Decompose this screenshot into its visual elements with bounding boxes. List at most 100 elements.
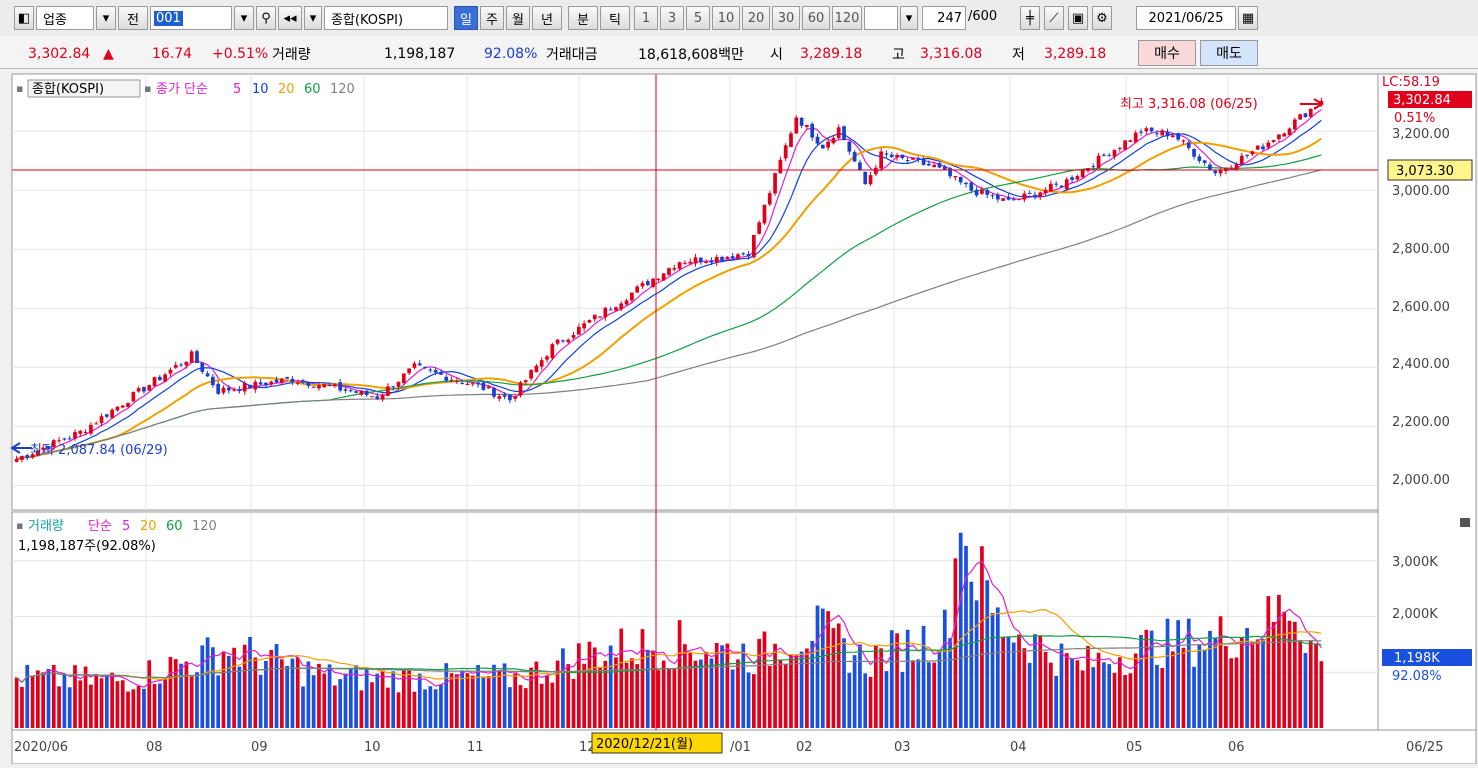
candle-body	[163, 374, 168, 382]
volume-bar	[221, 652, 226, 728]
period-tab-day[interactable]: 일	[454, 6, 478, 30]
volume-panel-menu-icon[interactable]: ▪	[16, 519, 23, 532]
interval-10[interactable]: 10	[712, 6, 740, 30]
candle-body	[152, 377, 157, 387]
volume-bar	[391, 671, 396, 728]
volume-bar	[905, 629, 910, 728]
volume-bar	[778, 660, 783, 728]
volume-bar	[1266, 596, 1271, 728]
volume-bar	[958, 532, 963, 728]
candle-body	[380, 394, 385, 400]
stock-chart[interactable]: ▪ 종합(KOSPI) ▪ 종가 단순 5 10 20 60 120 ▪ 거래량…	[8, 70, 1478, 765]
volume-bar	[497, 670, 502, 728]
volume-bar	[698, 659, 703, 728]
market-type-dropdown-icon[interactable]: ▾	[96, 6, 116, 30]
panel-menu-icon[interactable]: ▪	[16, 82, 23, 95]
candle-settings-icon[interactable]: ╪	[1020, 6, 1040, 30]
period-tab-month[interactable]: 월	[506, 6, 530, 30]
search-icon[interactable]: ⚲	[256, 6, 276, 30]
period-tab-year[interactable]: 년	[532, 6, 562, 30]
candle-body	[253, 381, 258, 390]
x-label-01: /01	[730, 740, 751, 755]
volume-bar	[683, 644, 687, 728]
interval-60[interactable]: 60	[802, 6, 830, 30]
change-percent: +0.51%	[212, 46, 269, 62]
interval-30[interactable]: 30	[772, 6, 800, 30]
volume-bar	[195, 672, 199, 728]
volume-bar	[1186, 618, 1191, 728]
calendar-icon[interactable]: ▦	[1238, 6, 1258, 30]
volume-bar	[423, 689, 427, 728]
volume-bar	[449, 673, 454, 728]
volume-bar	[67, 687, 72, 728]
candle-body	[248, 384, 252, 388]
candle-body	[1091, 166, 1096, 168]
code-dropdown-icon[interactable]: ▾	[234, 6, 254, 30]
volume-bar	[990, 612, 995, 728]
legend-menu-icon[interactable]: ▪	[144, 82, 151, 95]
candle-body	[89, 424, 93, 434]
candle-body	[985, 189, 990, 195]
volume-bar	[465, 673, 470, 728]
interval-dropdown-icon[interactable]: ▾	[900, 6, 918, 30]
candle-body	[417, 363, 422, 366]
code-input[interactable]: 001	[150, 6, 232, 30]
trendline-icon[interactable]: ⟋	[1044, 6, 1064, 30]
sell-button[interactable]: 매도	[1200, 40, 1258, 66]
interval-custom-input[interactable]	[864, 6, 898, 30]
volume-bar	[1059, 643, 1064, 728]
candle-body	[513, 396, 518, 399]
volume-bar	[1096, 652, 1101, 728]
candle-body	[921, 158, 926, 165]
volume-bar	[1054, 675, 1059, 728]
buy-button[interactable]: 매수	[1138, 40, 1196, 66]
candle-body	[407, 368, 411, 374]
candle-body	[794, 117, 799, 134]
interval-120[interactable]: 120	[832, 6, 862, 30]
list-dropdown-icon[interactable]: ▾	[304, 6, 322, 30]
panel-close-icon[interactable]	[1460, 518, 1470, 527]
prev-item-icon[interactable]: ◂◂	[278, 6, 302, 30]
x-label-06: 06	[1228, 740, 1245, 755]
x-label-11: 11	[467, 740, 484, 755]
data-count-input[interactable]: 247	[922, 6, 966, 30]
volume-bar	[1160, 668, 1165, 728]
candle-body	[889, 154, 894, 158]
date-input[interactable]: 2021/06/25	[1136, 6, 1236, 30]
candle-body	[1176, 133, 1181, 140]
volume-bar	[444, 663, 449, 728]
interval-3[interactable]: 3	[660, 6, 684, 30]
ma-label-60: 60	[304, 82, 321, 97]
candle-body	[423, 367, 427, 369]
last-volume-label: 1,198K	[1394, 651, 1440, 666]
prev-button[interactable]: 전	[118, 6, 148, 30]
gear-icon[interactable]: ⚙	[1092, 6, 1112, 30]
save-icon[interactable]: ▣	[1068, 6, 1088, 30]
interval-20[interactable]: 20	[742, 6, 770, 30]
interval-5[interactable]: 5	[686, 6, 710, 30]
volume-bar	[1080, 670, 1085, 728]
market-type-select[interactable]: 업종	[36, 6, 94, 30]
period-tab-week[interactable]: 주	[480, 6, 504, 30]
candle-body	[476, 382, 480, 385]
volume-ratio: 92.08%	[484, 46, 538, 62]
x-label-02: 02	[796, 740, 813, 755]
candle-body	[258, 382, 263, 385]
period-tab-minute[interactable]: 분	[568, 6, 598, 30]
candle-body	[826, 141, 830, 148]
volume-bar	[672, 667, 677, 728]
period-tab-tick[interactable]: 틱	[600, 6, 630, 30]
candle-body	[555, 339, 560, 344]
candle-body	[815, 136, 820, 144]
interval-1[interactable]: 1	[634, 6, 658, 30]
candle-body	[587, 320, 592, 323]
volume-bar	[645, 649, 650, 728]
chart-area[interactable]: ▪ 종합(KOSPI) ▪ 종가 단순 5 10 20 60 120 ▪ 거래량…	[8, 70, 1478, 765]
price-panel[interactable]	[11, 73, 1379, 511]
candle-body	[1038, 192, 1043, 198]
vol-y-tick-2000k: 2,000K	[1392, 607, 1438, 622]
candle-body	[725, 256, 730, 259]
window-icon[interactable]: ◧	[14, 6, 34, 30]
candle-body	[1165, 131, 1170, 137]
volume-bar	[46, 668, 51, 728]
